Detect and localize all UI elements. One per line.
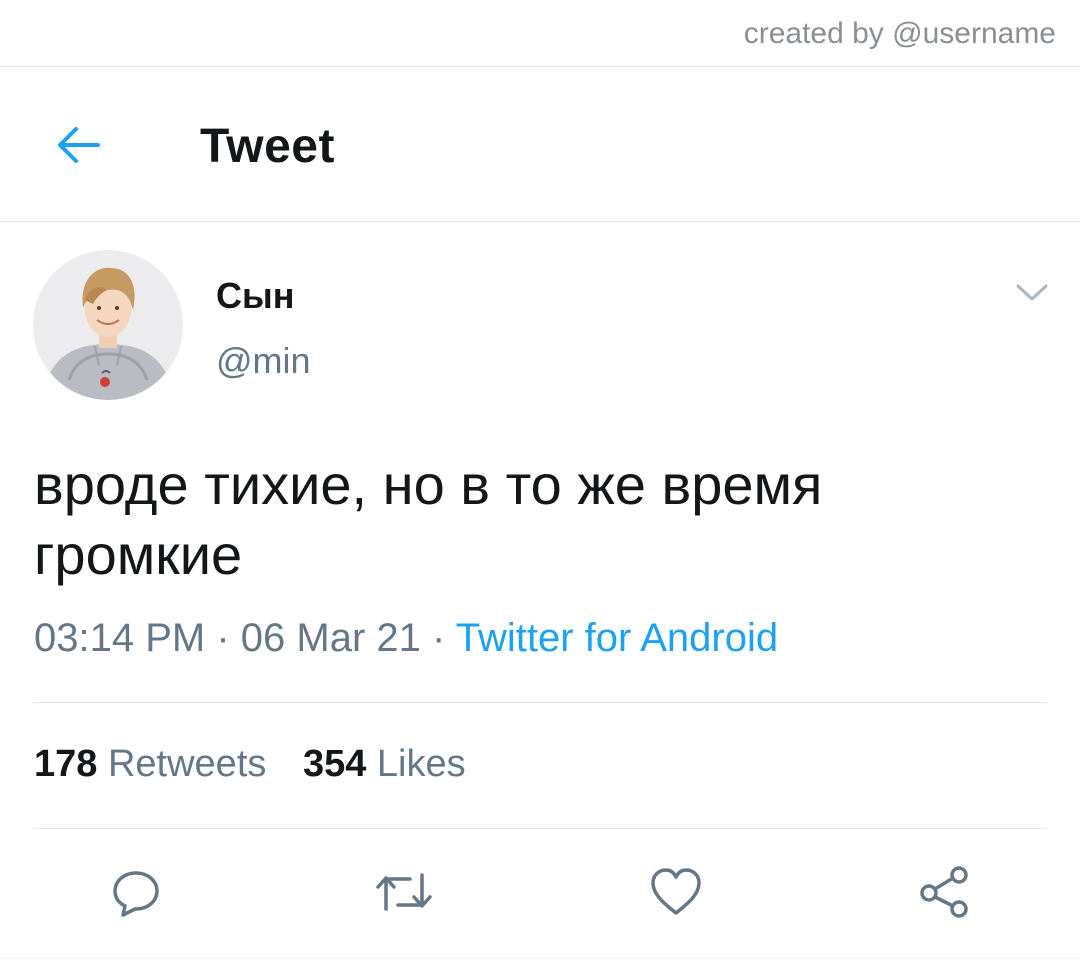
likes-label: Likes: [376, 743, 466, 785]
retweets-label: Retweets: [107, 743, 267, 785]
author-display-name[interactable]: Сын: [216, 275, 295, 317]
likes-count: 354: [302, 743, 367, 785]
app-header: Tweet: [0, 67, 1080, 222]
divider: [33, 828, 1047, 829]
tweet-source-link[interactable]: Twitter for Android: [456, 616, 778, 660]
retweet-button[interactable]: [372, 862, 436, 922]
divider: [33, 702, 1047, 703]
chevron-down-icon: [1016, 284, 1048, 301]
arrow-left-icon: [58, 127, 100, 163]
page-title: Tweet: [200, 120, 335, 173]
heart-icon: [651, 868, 701, 915]
share-button[interactable]: [912, 862, 976, 922]
reply-icon: [113, 871, 159, 917]
tweet-time: 03:14 PM: [34, 616, 206, 660]
credit-bar: created by @username: [0, 0, 1080, 67]
tweet-text: вроде тихие, но в то же время громкие: [34, 450, 1044, 590]
tweet-meta: 03:14 PM · 06 Mar 21 · Twitter for Andro…: [34, 616, 778, 661]
credit-text: created by @username: [743, 17, 1056, 50]
back-button[interactable]: [50, 121, 106, 169]
avatar-picture: [33, 250, 183, 400]
retweet-icon: [376, 873, 432, 911]
meta-separator: ·: [216, 616, 230, 660]
tweet-text-line: вроде тихие, но в то же время: [34, 453, 823, 516]
like-button[interactable]: [644, 862, 708, 922]
share-icon: [920, 866, 968, 918]
avatar[interactable]: [33, 250, 183, 400]
tweet-date: 06 Mar 21: [240, 616, 421, 660]
retweets-count: 178: [34, 743, 98, 785]
tweet-text-line: громкие: [34, 523, 243, 586]
retweets-stat[interactable]: 178 Retweets: [34, 743, 266, 785]
tweet-stats: 178 Retweets 354 Likes: [34, 743, 466, 786]
likes-stat[interactable]: 354 Likes: [303, 743, 466, 785]
meta-separator: ·: [432, 616, 446, 660]
reply-button[interactable]: [104, 862, 168, 922]
more-options-button[interactable]: [1012, 275, 1052, 311]
bottom-divider: [0, 958, 1080, 959]
author-handle[interactable]: @min: [216, 340, 311, 382]
